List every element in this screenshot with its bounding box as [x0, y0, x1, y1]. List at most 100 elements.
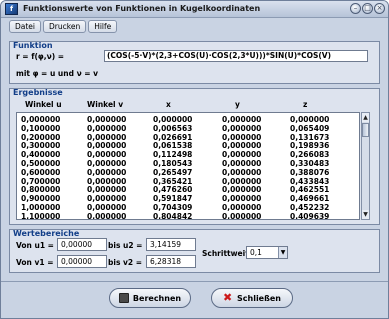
table-cell: 0,266083	[290, 150, 330, 160]
table-cell: 0,800000	[21, 185, 61, 195]
table-cell: 1,100000	[21, 211, 61, 220]
wertebereiche-group: Wertebereiche Von u1 = 0,00000 bis u2 = …	[9, 229, 380, 273]
table-cell: 0,469661	[290, 194, 330, 204]
berechnen-button[interactable]: Berechnen	[109, 288, 191, 308]
table-cell: 0,462551	[290, 185, 330, 195]
bis-u2-label: bis u2 =	[108, 241, 143, 250]
table-cell: 0,000000	[87, 141, 127, 151]
table-cell: 0,000000	[222, 203, 262, 212]
table-cell: 0,000000	[222, 123, 262, 133]
von-u1-input[interactable]: 0,00000	[57, 238, 107, 251]
table-row[interactable]: 0,500000 0,000000 0,180543 0,000000 0,330483	[17, 159, 357, 168]
table-cell: 0,265497	[153, 167, 193, 177]
table-cell: 0,000000	[222, 194, 262, 204]
bis-v2-input[interactable]: 6,28318	[146, 255, 196, 268]
formula-input[interactable]: (COS(-5·V)*(2,3+COS(U)·COS(2,3*U)))*SIN(…	[104, 50, 368, 62]
table-cell: 0,591847	[153, 194, 193, 204]
table-cell: 0,100000	[21, 123, 61, 133]
wertebereiche-group-title: Wertebereiche	[13, 229, 80, 238]
close-icon: ✖	[223, 291, 233, 304]
table-cell: 0,000000	[87, 123, 127, 133]
table-cell: 0,000000	[222, 176, 262, 186]
table-cell: 0,000000	[87, 132, 127, 142]
table-row[interactable]: 1,100000 0,000000 0,804842 0,000000 0,409639	[17, 211, 357, 220]
scroll-down-icon[interactable]: ▼	[362, 210, 369, 219]
schrittweite-select[interactable]: 0,1 ▼	[246, 246, 288, 259]
table-cell: 0,400000	[21, 150, 61, 160]
table-cell: 0,000000	[222, 150, 262, 160]
table-cell: 0,704309	[153, 203, 193, 212]
table-cell: 0,180543	[153, 159, 193, 168]
scroll-up-icon[interactable]: ▲	[362, 113, 369, 122]
table-cell: 0,131673	[290, 132, 330, 142]
table-row[interactable]: 0,900000 0,000000 0,591847 0,000000 0,469661	[17, 194, 357, 203]
bis-u2-input[interactable]: 3,14159	[146, 238, 196, 251]
table-row[interactable]: 0,800000 0,000000 0,476260 0,000000 0,462551	[17, 185, 357, 194]
table-cell: 0,000000	[87, 176, 127, 186]
table-row[interactable]: 0,700000 0,000000 0,365421 0,000000 0,433843	[17, 177, 357, 186]
results-table[interactable]: 0,000000 0,000000 0,000000 0,000000 0,000000…	[16, 112, 360, 220]
table-row[interactable]: 0,400000 0,000000 0,112498 0,000000 0,266083	[17, 150, 357, 159]
bis-v2-label: bis v2 =	[108, 258, 143, 267]
table-row[interactable]: 0,000000 0,000000 0,000000 0,000000 0,000000	[17, 115, 357, 124]
table-cell: 0,026691	[153, 132, 193, 142]
table-row[interactable]: 0,600000 0,000000 0,265497 0,000000 0,388076	[17, 168, 357, 177]
table-cell: 0,000000	[87, 194, 127, 204]
table-cell: 0,300000	[21, 141, 61, 151]
chevron-down-icon[interactable]: ▼	[278, 247, 287, 258]
table-cell: 0,433843	[290, 176, 330, 186]
table-cell: 0,330483	[290, 159, 330, 168]
table-cell: 0,061538	[153, 141, 193, 151]
formula-note: mit φ = u und ν = v	[16, 69, 99, 78]
table-row[interactable]: 0,100000 0,000000 0,006563 0,000000 0,065409	[17, 124, 357, 133]
table-cell: 0,112498	[153, 150, 193, 160]
table-row[interactable]: 0,300000 0,000000 0,061538 0,000000 0,198936	[17, 141, 357, 150]
column-header-z: z	[303, 100, 308, 109]
table-cell: 0,000000	[222, 159, 262, 168]
table-cell: 0,000000	[87, 150, 127, 160]
table-cell: 0,000000	[222, 211, 262, 220]
window-title: Funktionswerte von Funktionen in Kugelko…	[23, 4, 261, 13]
table-cell: 0,000000	[87, 115, 127, 124]
calculator-icon	[118, 293, 129, 303]
title-bar[interactable]: f Funktionswerte von Funktionen in Kugel…	[1, 1, 388, 18]
table-row[interactable]: 1,000000 0,000000 0,704309 0,000000 0,452232	[17, 203, 357, 212]
table-cell: 0,006563	[153, 123, 193, 133]
menu-drucken[interactable]: Drucken	[43, 20, 87, 33]
bottom-separator	[1, 281, 388, 282]
table-cell: 0,409639	[290, 211, 330, 220]
column-header-winkel-v: Winkel v	[87, 100, 124, 109]
results-scrollbar[interactable]: ▲ ▼	[361, 112, 370, 220]
table-cell: 0,000000	[290, 115, 330, 124]
table-cell: 0,000000	[222, 115, 262, 124]
von-v1-input[interactable]: 0,00000	[57, 255, 107, 268]
table-cell: 0,000000	[87, 211, 127, 220]
table-row[interactable]: 0,200000 0,000000 0,026691 0,000000 0,131673	[17, 133, 357, 142]
schliessen-button[interactable]: ✖ Schließen	[211, 288, 293, 308]
scroll-thumb[interactable]	[362, 123, 369, 137]
table-cell: 0,198936	[290, 141, 330, 151]
schliessen-label: Schließen	[237, 293, 281, 303]
table-cell: 0,200000	[21, 132, 61, 142]
main-window: f Funktionswerte von Funktionen in Kugel…	[0, 0, 389, 319]
table-cell: 0,804842	[153, 211, 193, 220]
funktion-group: Funktion r = f(φ,ν) = (COS(-5·V)*(2,3+CO…	[9, 41, 380, 84]
table-cell: 0,500000	[21, 159, 61, 168]
table-cell: 1,000000	[21, 203, 61, 212]
close-window-button[interactable]: ×	[374, 3, 385, 14]
table-cell: 0,476260	[153, 185, 193, 195]
table-cell: 0,900000	[21, 194, 61, 204]
ergebnisse-group: Ergebnisse Winkel u Winkel v x y z 0,000…	[9, 88, 380, 225]
von-v1-label: Von v1 =	[16, 258, 54, 267]
minimize-button[interactable]: –	[350, 3, 361, 14]
formula-prefix: r = f(φ,ν) =	[16, 52, 65, 61]
ergebnisse-group-title: Ergebnisse	[13, 88, 63, 97]
maximize-button[interactable]: □	[362, 3, 373, 14]
funktion-group-title: Funktion	[13, 41, 53, 50]
menu-datei[interactable]: Datei	[9, 20, 42, 33]
table-cell: 0,000000	[222, 167, 262, 177]
table-cell: 0,000000	[222, 141, 262, 151]
column-header-winkel-u: Winkel u	[25, 100, 62, 109]
app-icon[interactable]: f	[5, 3, 18, 15]
menu-hilfe[interactable]: Hilfe	[88, 20, 118, 33]
